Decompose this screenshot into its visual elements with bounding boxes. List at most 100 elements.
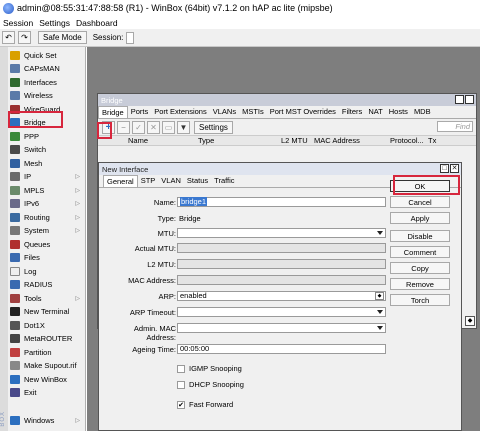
spinner-icon[interactable]: ◆ bbox=[375, 292, 384, 300]
sidebar-item-ip[interactable]: IP ▷ bbox=[10, 171, 84, 183]
sidebar-item-metarouter[interactable]: MetaROUTER bbox=[10, 333, 84, 345]
tab-bridge[interactable]: Bridge bbox=[98, 106, 128, 118]
sidebar-item-label: Make Supout.rif bbox=[24, 361, 77, 370]
filter-icon[interactable]: ▼ bbox=[177, 120, 190, 134]
dropdown-arrow-icon[interactable] bbox=[377, 231, 383, 235]
column-name[interactable]: Name bbox=[128, 136, 148, 145]
tab-hosts[interactable]: Hosts bbox=[386, 106, 411, 118]
arp-timeout-field[interactable] bbox=[177, 307, 386, 317]
tab-status[interactable]: Status bbox=[184, 175, 211, 187]
close-icon[interactable]: ✕ bbox=[450, 164, 459, 173]
sidebar-item-interfaces[interactable]: Interfaces bbox=[10, 76, 84, 88]
tab-port-mst-overrides[interactable]: Port MST Overrides bbox=[267, 106, 339, 118]
menu-dashboard[interactable]: Dashboard bbox=[73, 18, 121, 28]
sidebar-item-switch[interactable]: Switch bbox=[10, 144, 84, 156]
close-icon[interactable]: ✕ bbox=[465, 95, 474, 104]
sidebar-item-wireless[interactable]: Wireless bbox=[10, 90, 84, 102]
tab-ports[interactable]: Ports bbox=[128, 106, 152, 118]
column-tx[interactable]: Tx bbox=[428, 136, 436, 145]
settings-button[interactable]: Settings bbox=[194, 120, 233, 134]
dropdown-arrow-icon[interactable] bbox=[377, 326, 383, 330]
name-field[interactable]: bridge1 bbox=[177, 197, 386, 207]
tab-port-extensions[interactable]: Port Extensions bbox=[151, 106, 210, 118]
admin-mac-field[interactable] bbox=[177, 323, 386, 333]
sidebar-item-make-supout-rif[interactable]: Make Supout.rif bbox=[10, 360, 84, 372]
tab-general[interactable]: General bbox=[103, 175, 138, 187]
sidebar-item-label: Windows bbox=[24, 415, 55, 425]
submenu-arrow-icon: ▷ bbox=[75, 417, 80, 424]
redo-icon[interactable]: ↷ bbox=[18, 31, 31, 44]
sidebar-item-capsman[interactable]: CAPsMAN bbox=[10, 63, 84, 75]
dhcp-snooping-checkbox[interactable]: DHCP Snooping bbox=[177, 380, 244, 389]
safe-mode-button[interactable]: Safe Mode bbox=[38, 31, 87, 44]
sidebar-item-new-winbox[interactable]: New WinBox bbox=[10, 373, 84, 385]
fast-forward-checkbox[interactable]: ✔ Fast Forward bbox=[177, 400, 233, 409]
sidebar-item-quick-set[interactable]: Quick Set bbox=[10, 49, 84, 61]
remove-button[interactable]: Remove bbox=[390, 278, 450, 290]
checkmark-icon[interactable]: ✔ bbox=[177, 400, 185, 409]
sidebar-item-routing[interactable]: Routing ▷ bbox=[10, 211, 84, 223]
arp-value: enabled bbox=[180, 291, 207, 300]
dialog-title: New Interface bbox=[102, 164, 149, 174]
restore-icon[interactable]: □ bbox=[455, 95, 464, 104]
column-type[interactable]: Type bbox=[198, 136, 214, 145]
comment-button[interactable]: Comment bbox=[390, 246, 450, 258]
undo-icon[interactable]: ↶ bbox=[2, 31, 15, 44]
sidebar-item-exit[interactable]: Exit bbox=[10, 387, 84, 399]
sidebar-item-new-terminal[interactable]: New Terminal bbox=[10, 306, 84, 318]
restore-icon[interactable]: □ bbox=[440, 164, 449, 173]
tab-nat[interactable]: NAT bbox=[365, 106, 385, 118]
sidebar-item-ppp[interactable]: PPP bbox=[10, 130, 84, 142]
fast-forward-label: Fast Forward bbox=[189, 400, 234, 409]
find-input[interactable]: Find bbox=[437, 121, 473, 132]
sidebar-item-mpls[interactable]: MPLS ▷ bbox=[10, 184, 84, 196]
disable-button[interactable]: Disable bbox=[390, 230, 450, 242]
cancel-button[interactable]: Cancel bbox=[390, 196, 450, 208]
arp-field[interactable]: enabled ◆ bbox=[177, 291, 386, 301]
ageing-field[interactable]: 00:05:00 bbox=[177, 344, 386, 354]
apply-button[interactable]: Apply bbox=[390, 212, 450, 224]
igmp-snooping-checkbox[interactable]: IGMP Snooping bbox=[177, 364, 242, 373]
enable-icon[interactable]: ✓ bbox=[132, 120, 145, 134]
comment-icon[interactable]: ▭ bbox=[162, 120, 175, 134]
sidebar-item-queues[interactable]: Queues bbox=[10, 238, 84, 250]
menu-session[interactable]: Session bbox=[0, 18, 36, 28]
column-l2mtu[interactable]: L2 MTU bbox=[281, 136, 308, 145]
sidebar-item-mesh[interactable]: Mesh bbox=[10, 157, 84, 169]
column-mac[interactable]: MAC Address bbox=[314, 136, 360, 145]
disable-icon[interactable]: ✕ bbox=[147, 120, 160, 134]
menu-settings[interactable]: Settings bbox=[36, 18, 73, 28]
sidebar-item-radius[interactable]: RADIUS bbox=[10, 279, 84, 291]
tab-vlan[interactable]: VLAN bbox=[158, 175, 184, 187]
sidebar-item-files[interactable]: Files bbox=[10, 252, 84, 264]
dhcp-label: DHCP Snooping bbox=[189, 380, 244, 389]
sidebar-item-tools[interactable]: Tools ▷ bbox=[10, 292, 84, 304]
sidebar-item-partition[interactable]: Partition bbox=[10, 346, 84, 358]
sidebar-item-log[interactable]: Log bbox=[10, 265, 84, 277]
checkbox-box[interactable] bbox=[177, 380, 185, 389]
window-titlebar: admin@08:55:31:47:88:58 (R1) - WinBox (6… bbox=[0, 0, 480, 16]
sidebar-item-windows[interactable]: Windows ▷ bbox=[10, 414, 84, 426]
checkbox-box[interactable] bbox=[177, 364, 185, 373]
igmp-label: IGMP Snooping bbox=[189, 364, 242, 373]
torch-button[interactable]: Torch bbox=[390, 294, 450, 306]
column-protocol[interactable]: Protocol... bbox=[390, 136, 424, 145]
dropdown-arrow-icon[interactable] bbox=[377, 310, 383, 314]
tab-traffic[interactable]: Traffic bbox=[211, 175, 237, 187]
remove-icon[interactable]: − bbox=[117, 120, 130, 134]
copy-button[interactable]: Copy bbox=[390, 262, 450, 274]
sidebar-item-system[interactable]: System ▷ bbox=[10, 225, 84, 237]
session-field[interactable] bbox=[126, 31, 135, 44]
sidebar-item-dot1x[interactable]: Dot1X bbox=[10, 319, 84, 331]
scroll-right-icon[interactable]: ◆ bbox=[465, 316, 475, 326]
mtu-field[interactable] bbox=[177, 228, 386, 238]
tab-filters[interactable]: Filters bbox=[339, 106, 365, 118]
tab-mdb[interactable]: MDB bbox=[411, 106, 434, 118]
sidebar-item-ipv6[interactable]: IPv6 ▷ bbox=[10, 198, 84, 210]
tab-stp[interactable]: STP bbox=[138, 175, 159, 187]
tab-vlans[interactable]: VLANs bbox=[210, 106, 239, 118]
bridge-window-titlebar: Bridge □ ✕ bbox=[98, 94, 476, 106]
sidebar-item-label: Queues bbox=[24, 239, 51, 249]
tab-mstis[interactable]: MSTIs bbox=[239, 106, 267, 118]
winbox-app-icon bbox=[3, 2, 14, 14]
